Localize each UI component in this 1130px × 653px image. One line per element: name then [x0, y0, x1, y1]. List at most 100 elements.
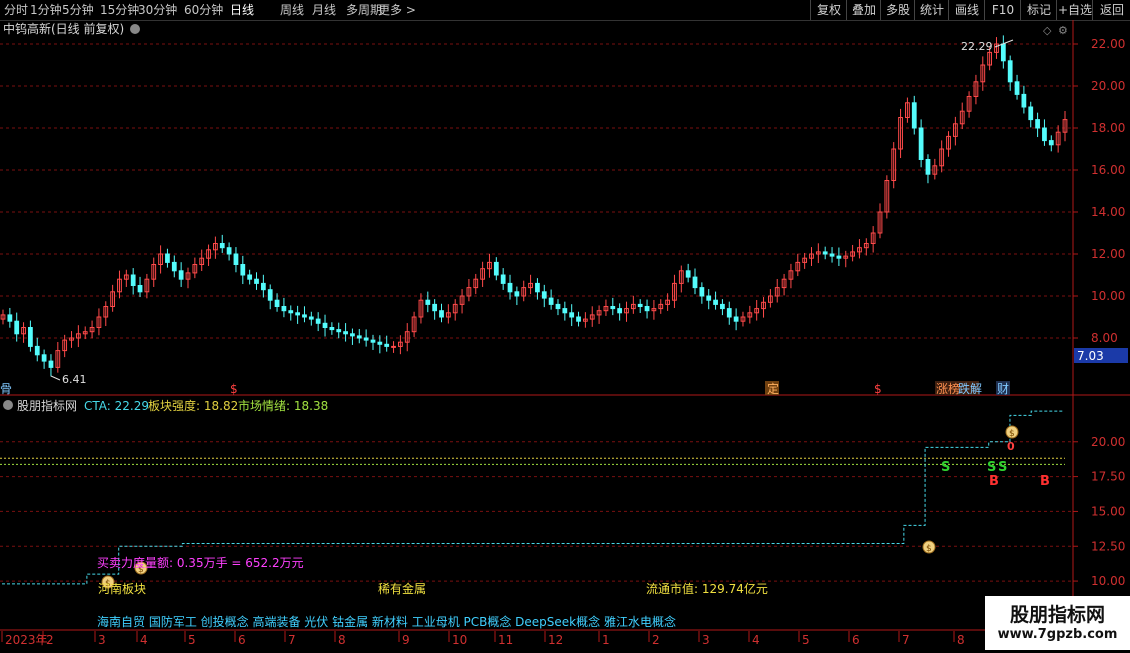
timeframe-tab-5[interactable]: 60分钟 — [184, 2, 223, 18]
candle-body — [1035, 119, 1040, 129]
time-axis-label: 10 — [452, 633, 467, 647]
buy-signal: B — [989, 474, 999, 489]
candle-body — [233, 253, 239, 265]
timeframe-tab-4[interactable]: 30分钟 — [138, 2, 177, 18]
price-tick-label: 10.00 — [1091, 289, 1125, 303]
sector-label: 河南板块 — [98, 581, 146, 596]
time-axis-label: 2023年 — [5, 633, 48, 647]
time-axis-label: 5 — [802, 633, 810, 647]
timeframe-tab-9[interactable]: 多周期 — [346, 2, 382, 18]
sell-signal: S — [941, 460, 950, 475]
event-marker-finance[interactable]: 财 — [997, 382, 1009, 396]
candle-body — [699, 287, 705, 297]
candle-body — [281, 306, 287, 312]
toolbar-button-7[interactable]: +自选 — [1056, 0, 1093, 20]
timeframe-tab-7[interactable]: 周线 — [280, 2, 304, 18]
timeframe-tab-3[interactable]: 15分钟 — [100, 2, 139, 18]
indicator-tick-label: 15.00 — [1091, 504, 1125, 518]
candle-body — [41, 354, 47, 362]
chart-title: 中钨高新(日线 前复权) — [3, 21, 124, 36]
candle-body — [1042, 127, 1047, 142]
indicator-menu-icon[interactable] — [3, 400, 13, 410]
sector-strength-value: 板块强度: 18.82 — [148, 398, 238, 413]
candle-body — [322, 322, 328, 328]
candle-body — [130, 274, 136, 286]
time-axis-label: 9 — [402, 633, 410, 647]
candle-body — [356, 335, 362, 339]
candle-body — [1028, 106, 1034, 121]
candle-body — [288, 310, 294, 314]
candle-body — [822, 251, 828, 255]
toolbar-button-5[interactable]: F10 — [984, 0, 1021, 20]
title-dropdown-icon[interactable] — [130, 24, 140, 34]
concept-tags: 海南自贸 国防军工 创投概念 高端装备 光伏 钴金属 新材料 工业母机 PCB概… — [97, 614, 676, 629]
chart-canvas[interactable]: 22.00 20.00 18.00 16.00 14.00 12.00 10.00 8.00 7… — [0, 20, 1130, 650]
toolbar-button-8[interactable]: 返回 — [1092, 0, 1130, 20]
watermark-url: www.7gpzb.com — [997, 627, 1118, 642]
high-price-label: 22.29 — [961, 40, 993, 53]
indicator-tick-label: 17.50 — [1091, 470, 1125, 484]
toolbar-button-3[interactable]: 统计 — [914, 0, 949, 20]
zero-signal: 0 — [1007, 440, 1015, 453]
candle-body — [500, 274, 506, 284]
diamond-icon[interactable]: ◇ — [1043, 24, 1052, 37]
event-marker-dollar[interactable]: $ — [874, 382, 882, 396]
settings-icon[interactable]: ⚙ — [1058, 24, 1068, 37]
candle-body — [829, 253, 835, 257]
watermark-title: 股朋指标网 — [1009, 604, 1105, 626]
candle-body — [493, 261, 499, 276]
toolbar-button-6[interactable]: 标记 — [1020, 0, 1057, 20]
candle-body — [548, 297, 554, 305]
price-tick-label: 14.00 — [1091, 205, 1125, 219]
candle-body — [644, 306, 650, 312]
candle-body — [918, 127, 924, 160]
candle-body — [692, 276, 698, 289]
time-axis-label: 6 — [852, 633, 860, 647]
indicator-tick-label: 12.50 — [1091, 539, 1125, 553]
candle-body — [391, 345, 396, 348]
event-marker-placement[interactable]: 定 — [767, 381, 779, 396]
time-axis-label: 1 — [602, 633, 610, 647]
timeframe-tab-1[interactable]: 1分钟 — [30, 2, 62, 18]
candle-body — [720, 303, 725, 310]
candle-body — [541, 291, 547, 299]
market-cap-label: 流通市值: 129.74亿元 — [646, 581, 768, 596]
timeframe-tab-0[interactable]: 分时 — [4, 2, 28, 18]
price-tick-label: 8.00 — [1091, 331, 1118, 345]
time-axis-label: 7 — [288, 633, 296, 647]
timeframe-tab-2[interactable]: 5分钟 — [62, 2, 94, 18]
timeframe-tab-8[interactable]: 月线 — [312, 2, 336, 18]
candle-body — [308, 316, 314, 320]
time-axis-label: 7 — [902, 633, 910, 647]
event-marker-limitup[interactable]: 涨榜 — [936, 381, 960, 396]
event-marker-dollar[interactable]: $ — [230, 382, 238, 396]
sell-signal: S — [987, 460, 996, 475]
low-price-label: 6.41 — [62, 373, 87, 386]
candle-body — [637, 303, 643, 307]
time-axis-label: 4 — [752, 633, 760, 647]
candle-body — [171, 261, 177, 272]
candle-body — [685, 270, 691, 278]
candle-body — [260, 282, 266, 291]
price-tick-label: 12.00 — [1091, 247, 1125, 261]
timeframe-tab-10[interactable]: 更多 > — [378, 2, 416, 18]
timeframe-tab-6[interactable]: 日线 — [230, 2, 254, 18]
time-axis-label: 12 — [548, 633, 563, 647]
toolbar-button-2[interactable]: 多股 — [880, 0, 915, 20]
toolbar-button-1[interactable]: 叠加 — [846, 0, 881, 20]
candle-body — [377, 341, 383, 345]
candle-body — [240, 264, 246, 276]
toolbar-button-0[interactable]: 复权 — [810, 0, 847, 20]
chart-area[interactable]: 22.00 20.00 18.00 16.00 14.00 12.00 10.00 8.00 7… — [0, 20, 1130, 650]
candle-body — [1048, 140, 1054, 146]
buy-sell-strength-text: 买卖力度量额: 0.35万手 = 652.2万元 — [97, 555, 304, 570]
toolbar-button-4[interactable]: 画线 — [948, 0, 985, 20]
candle-body — [432, 303, 438, 312]
time-axis-label: 11 — [498, 633, 513, 647]
price-tick-label: 22.00 — [1091, 37, 1125, 51]
event-marker-unlock[interactable]: 跌解 — [958, 381, 982, 396]
candle-body — [1014, 81, 1020, 95]
cta-value: CTA: 22.29 — [84, 399, 149, 413]
candle-body — [1007, 60, 1013, 83]
candle-body — [569, 312, 575, 318]
